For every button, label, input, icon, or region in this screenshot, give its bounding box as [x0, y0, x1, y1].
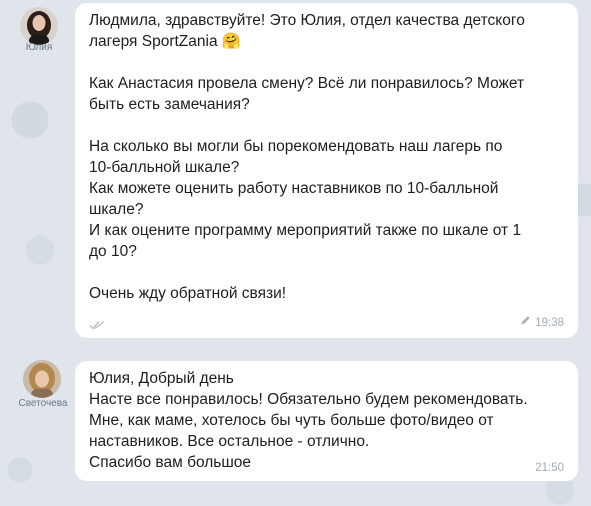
message-text: Людмила, здравствуйте! Это Юлия, отдел к… [89, 12, 525, 29]
message-text: И как оцените программу мероприятий такж… [89, 222, 522, 239]
avatar-yulia[interactable] [20, 7, 58, 45]
message-meta: 19:38 [520, 313, 564, 334]
pencil-icon [520, 313, 531, 334]
message-meta: 21:50 [535, 458, 564, 479]
message-bubble-yulia[interactable]: Людмила, здравствуйте! Это Юлия, отдел к… [75, 3, 578, 338]
sender-name: Светочева [18, 398, 68, 409]
message-text: Как можете оценить работу наставников по… [89, 180, 499, 197]
message-text: Юлия, Добрый день [89, 370, 234, 387]
message-bubble-svetocheva[interactable]: Юлия, Добрый день Насте все понравилось!… [75, 361, 578, 481]
message-text: Насте все понравилось! Обязательно будем… [89, 391, 528, 408]
message-time: 21:50 [535, 462, 564, 474]
message-time: 19:38 [535, 317, 564, 329]
message-text: Спасибо вам большое [89, 454, 252, 471]
message-text: Как Анастасия провела смену? Всё ли понр… [89, 75, 525, 92]
message-text: быть есть замечания? [89, 96, 250, 113]
message-text: На сколько вы могли бы порекомендовать н… [89, 138, 503, 155]
double-check-icon [89, 315, 105, 336]
message-text: 10-балльной шкале? [89, 159, 240, 176]
message-text: шкале? [89, 201, 144, 218]
message-text: Очень жду обратной связи! [89, 285, 287, 302]
avatar-svetocheva[interactable] [23, 360, 61, 398]
message-text: наставников. Все остальное - отлично. [89, 433, 370, 450]
chat-background: Юлия Людмила, здравствуйте! Это Юлия, от… [0, 0, 591, 506]
message-text: до 10? [89, 243, 137, 260]
message-text: лагеря SportZania 🤗 [89, 33, 242, 50]
message-text: Мне, как маме, хотелось бы чуть больше ф… [89, 412, 494, 429]
sender-name: Юлия [25, 42, 53, 53]
